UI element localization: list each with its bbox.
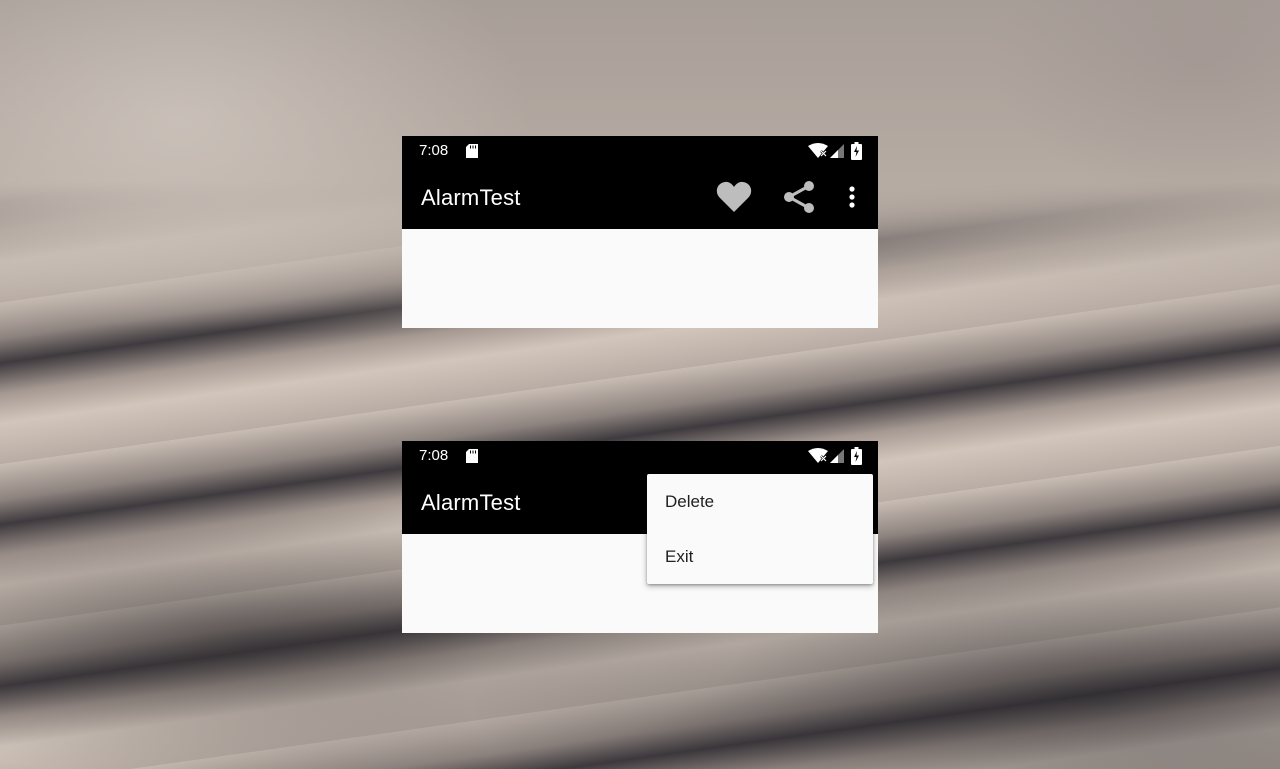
status-time: 7:08	[419, 447, 449, 464]
menu-item-exit[interactable]: Exit	[647, 529, 873, 584]
status-bar: 7:08	[402, 136, 878, 165]
wallpaper-glow	[0, 0, 1280, 769]
toolbar-title: AlarmTest	[421, 490, 521, 515]
toolbar-title: AlarmTest	[421, 185, 521, 210]
sd-card-icon	[466, 449, 478, 463]
menu-item-delete[interactable]: Delete	[647, 474, 873, 529]
overflow-menu: Delete Exit	[647, 474, 873, 584]
status-bar: 7:08	[402, 441, 878, 470]
more-vert-icon[interactable]	[842, 181, 862, 213]
menu-item-label: Exit	[665, 547, 694, 566]
app-screen-overflow-menu: 7:08 AlarmTest Delete Exit	[402, 441, 878, 633]
sd-card-icon	[466, 144, 478, 158]
wifi-off-icon	[808, 448, 828, 463]
cell-signal-icon	[830, 449, 844, 463]
battery-charging-icon	[851, 142, 862, 160]
app-screen-toolbar-actions: 7:08 AlarmTest	[402, 136, 878, 328]
heart-icon[interactable]	[716, 181, 752, 213]
battery-charging-icon	[851, 447, 862, 465]
menu-item-label: Delete	[665, 492, 715, 511]
content-area	[402, 229, 878, 328]
share-icon[interactable]	[782, 180, 816, 214]
cell-signal-icon	[830, 144, 844, 158]
toolbar: AlarmTest	[402, 165, 878, 229]
wifi-off-icon	[808, 143, 828, 158]
status-time: 7:08	[419, 142, 449, 159]
